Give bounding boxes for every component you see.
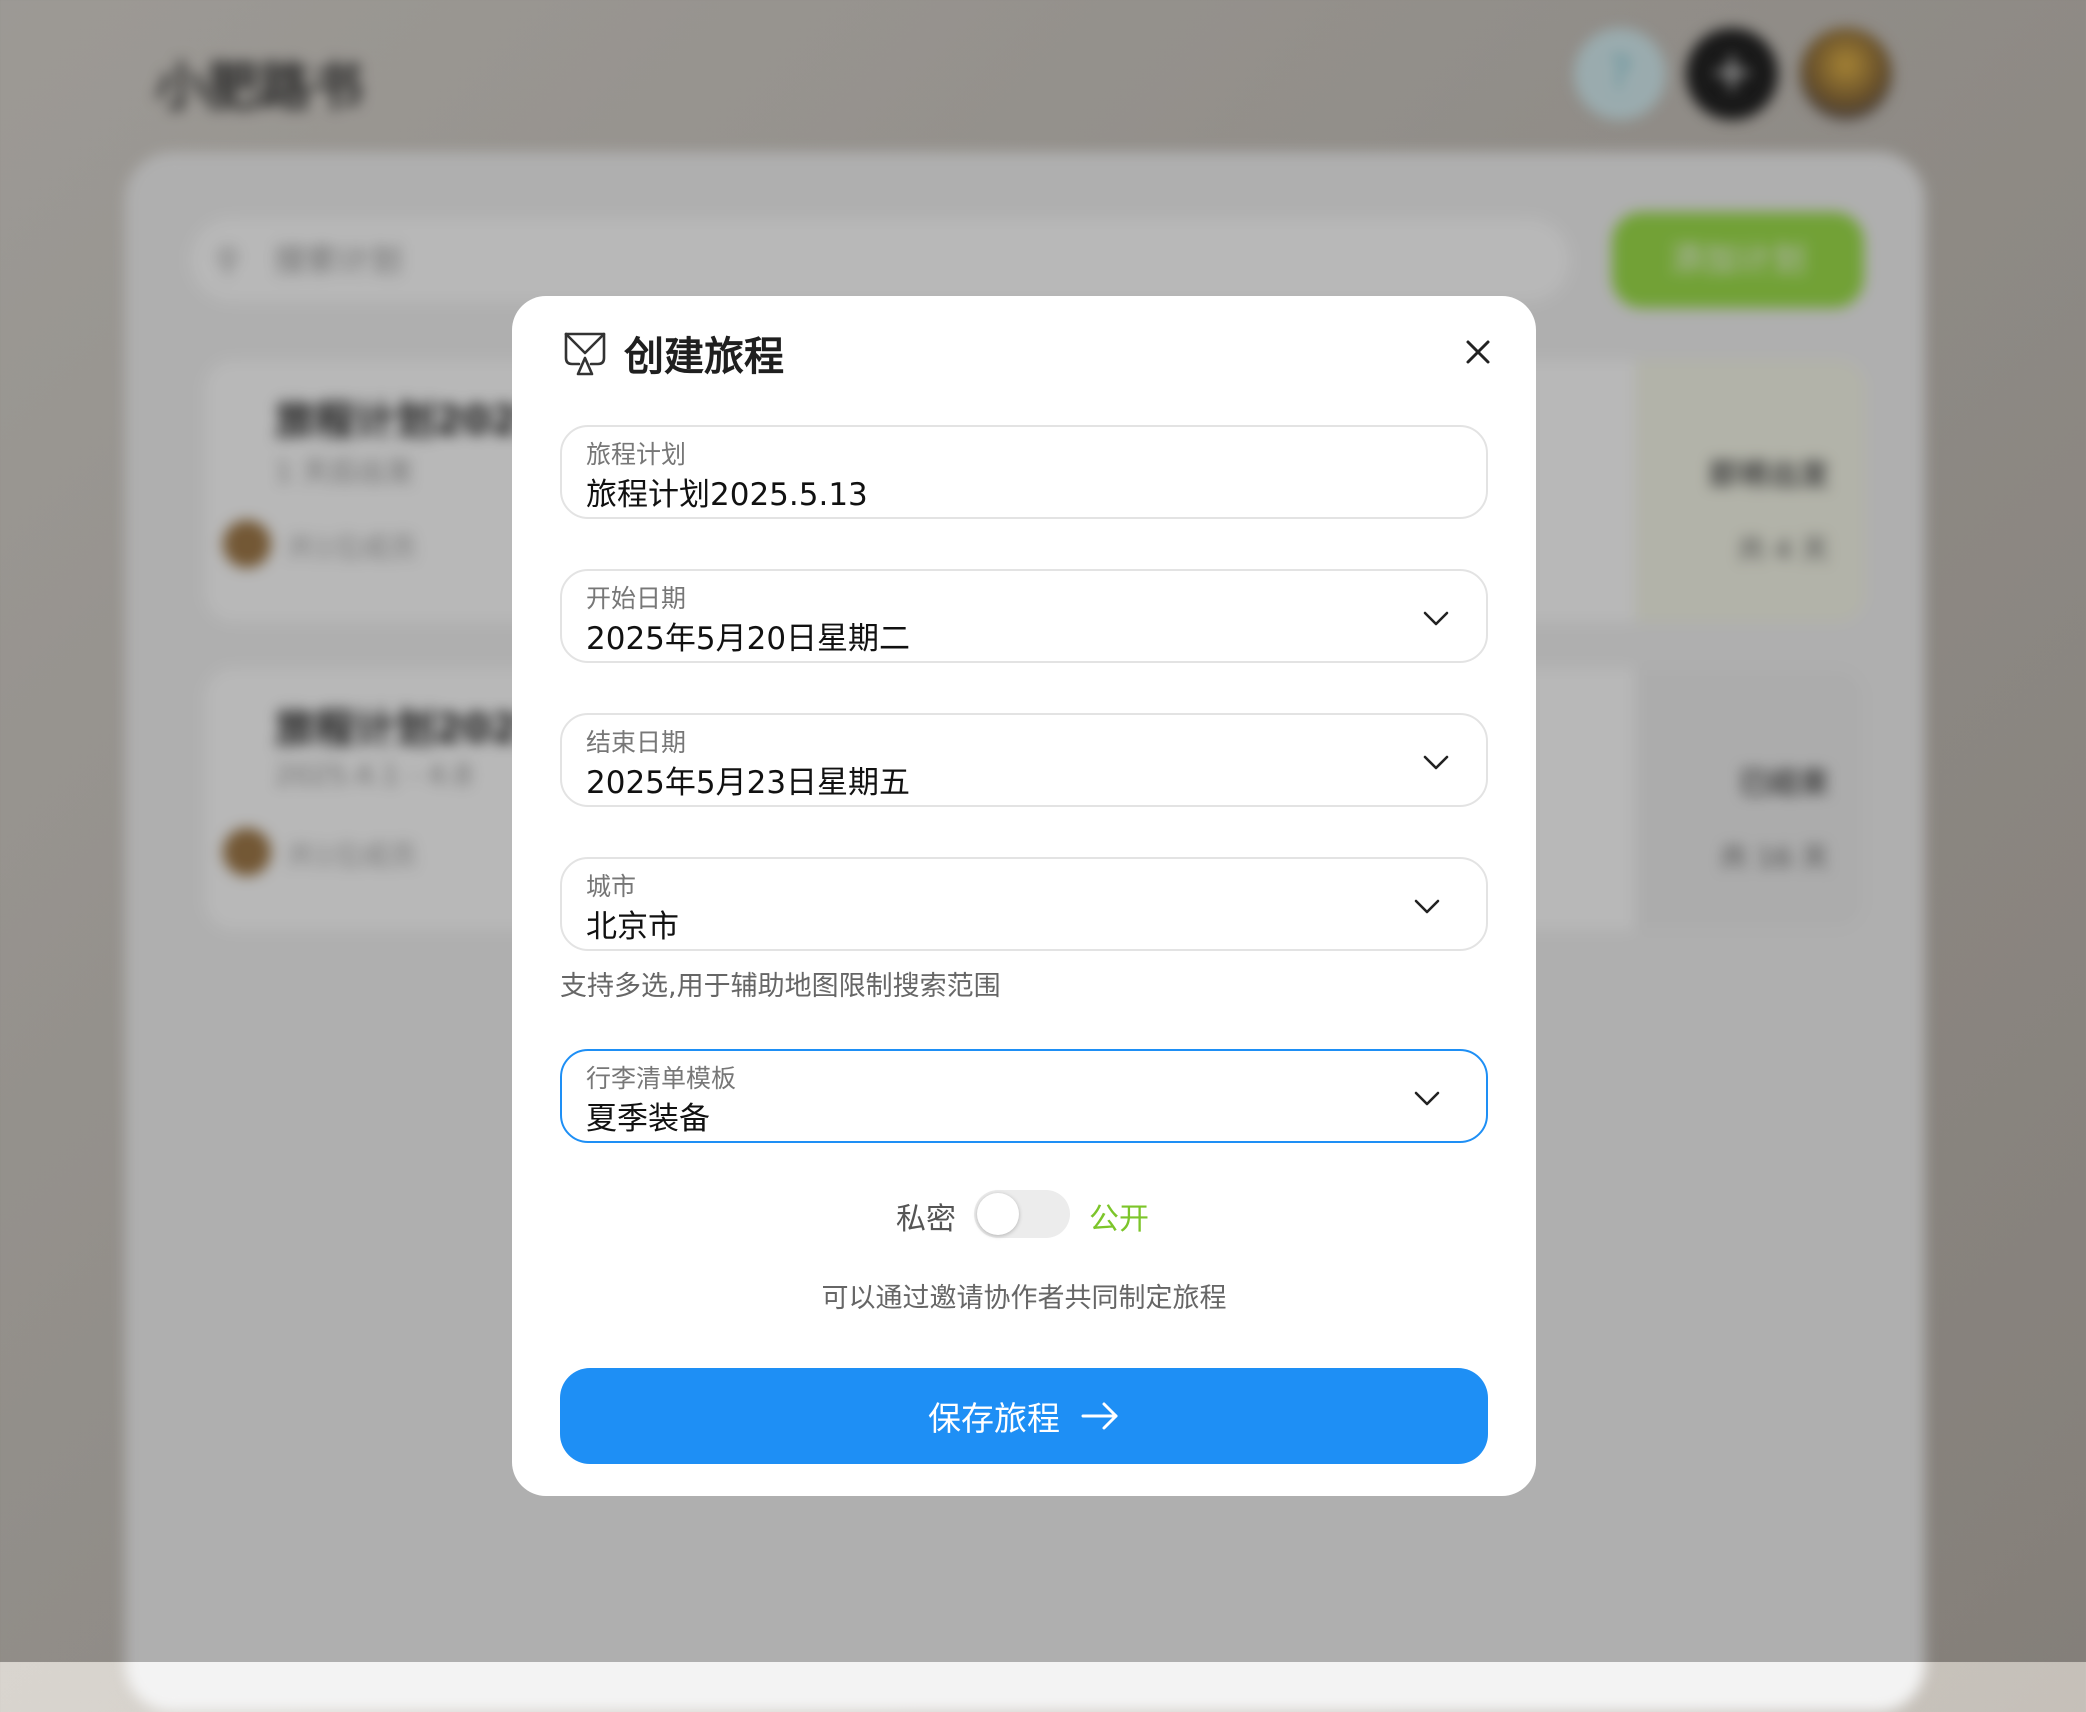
private-label: 私密 [896,1202,956,1237]
chevron-down-icon[interactable] [1422,748,1450,776]
chevron-down-icon[interactable] [1422,604,1450,632]
end-date-select[interactable]: 结束日期 2025年5月23日星期五 [560,713,1488,807]
packing-template-value: 夏季装备 [586,1101,710,1137]
arrow-right-icon [1081,1402,1118,1430]
privacy-toggle[interactable] [974,1190,1070,1238]
save-trip-label: 保存旅程 [928,1399,1060,1438]
chevron-down-icon[interactable] [1413,1084,1441,1112]
end-date-label: 结束日期 [586,728,687,757]
collaborator-note: 可以通过邀请协作者共同制定旅程 [821,1283,1227,1314]
dialog-header: 创建旅程 [560,318,784,388]
trip-icon [564,332,606,376]
packing-template-label: 行李清单模板 [586,1064,737,1093]
city-hint: 支持多选,用于辅助地图限制搜索范围 [560,971,1001,1002]
plan-name-label: 旅程计划 [586,440,687,469]
create-trip-dialog: 创建旅程 旅程计划 旅程计划2025.5.13 开始日期 2025年5月20日星… [512,296,1536,1496]
save-trip-button[interactable]: 保存旅程 [560,1368,1488,1464]
privacy-row: 私密 公开 [512,1190,1536,1240]
end-date-value: 2025年5月23日星期五 [586,765,911,801]
city-value: 北京市 [586,909,679,945]
plan-name-field[interactable]: 旅程计划 旅程计划2025.5.13 [560,425,1488,519]
start-date-label: 开始日期 [586,584,687,613]
toggle-knob [977,1193,1019,1235]
start-date-value: 2025年5月20日星期二 [586,621,911,657]
city-select[interactable]: 城市 北京市 [560,857,1488,951]
public-label: 公开 [1089,1202,1149,1237]
dialog-title: 创建旅程 [624,334,784,380]
city-label: 城市 [586,872,637,901]
packing-template-select[interactable]: 行李清单模板 夏季装备 [560,1049,1488,1143]
plan-name-value[interactable]: 旅程计划2025.5.13 [586,469,868,514]
close-icon[interactable] [1460,334,1496,370]
chevron-down-icon[interactable] [1413,892,1441,920]
start-date-select[interactable]: 开始日期 2025年5月20日星期二 [560,569,1488,663]
